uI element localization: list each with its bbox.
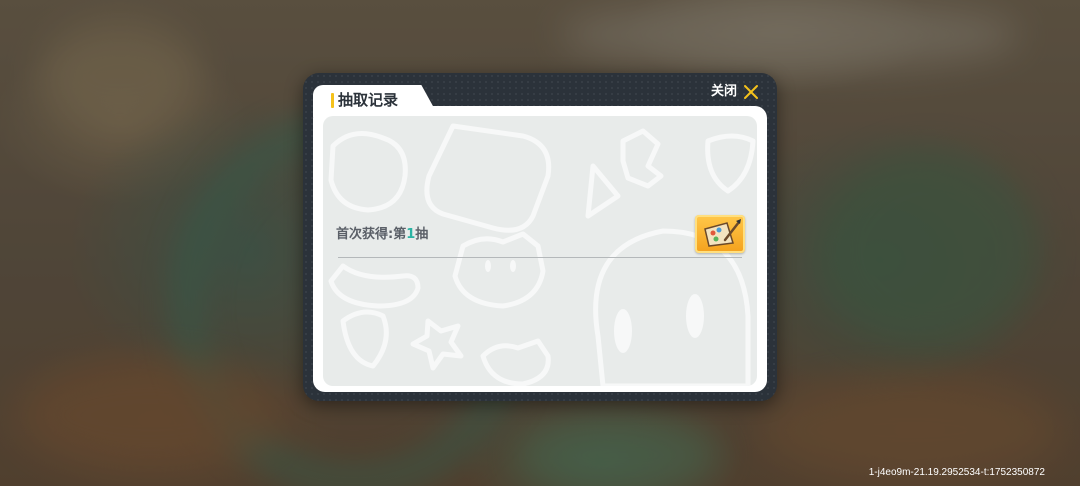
record-divider	[338, 257, 742, 258]
close-label: 关闭	[710, 84, 737, 99]
record-text: 首次获得:第1抽	[336, 226, 428, 244]
record-list-panel: 首次获得:第1抽	[323, 116, 757, 386]
record-prefix: 首次获得:第	[336, 227, 407, 242]
build-watermark: 1-j4eo9m-21.19.2952534-t:1752350872	[868, 467, 1045, 478]
record-row: 首次获得:第1抽	[336, 214, 748, 258]
close-icon	[744, 85, 758, 99]
close-button[interactable]: 关闭	[711, 81, 759, 103]
draw-record-dialog: 抽取记录 关闭 首次获得:第1抽	[303, 73, 777, 401]
dialog-title: 抽取记录	[338, 91, 399, 109]
title-accent-bar	[331, 93, 334, 108]
record-suffix: 抽	[415, 227, 429, 242]
record-draw-count: 1	[406, 227, 416, 242]
reward-item-slot[interactable]	[695, 215, 745, 253]
painting-palette-icon	[704, 219, 741, 247]
